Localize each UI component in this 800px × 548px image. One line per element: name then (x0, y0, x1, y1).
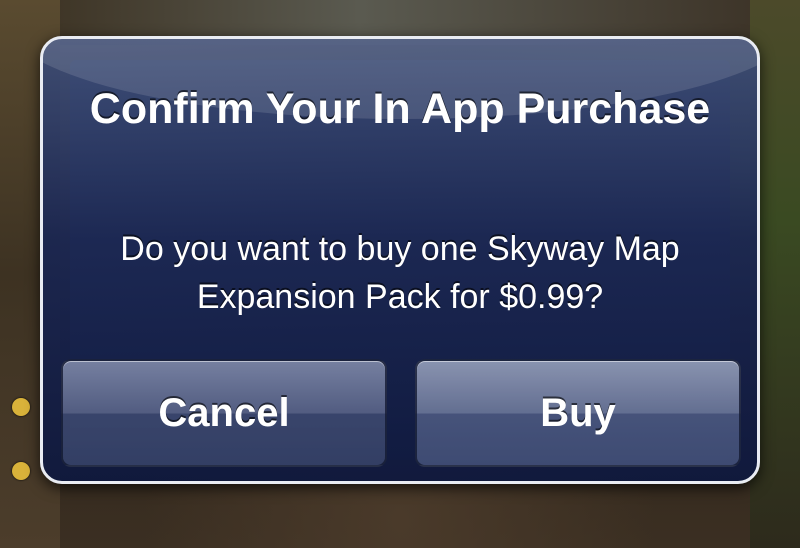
background-dot (12, 398, 30, 416)
cancel-button[interactable]: Cancel (61, 359, 387, 467)
dialog-message: Do you want to buy one Skyway Map Expans… (120, 230, 680, 316)
background-dot (12, 462, 30, 480)
game-screen: Confirm Your In App Purchase Do you want… (0, 0, 800, 548)
buy-button[interactable]: Buy (415, 359, 741, 467)
dialog-title: Confirm Your In App Purchase (89, 85, 711, 133)
purchase-confirm-dialog: Confirm Your In App Purchase Do you want… (40, 36, 760, 484)
